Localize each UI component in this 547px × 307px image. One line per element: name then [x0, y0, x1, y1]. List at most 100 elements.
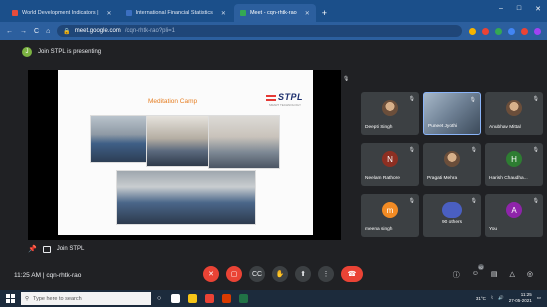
taskbar-apps	[171, 294, 249, 303]
participant-name: Pragati Mehra	[427, 176, 458, 181]
extension-icon[interactable]	[508, 27, 515, 35]
windows-taskbar: ⚲ Type here to search ○ 31°C ⌇ 🔊 11:25 2…	[0, 290, 547, 307]
participant-tile[interactable]: 🎙 Deepti Singh	[361, 92, 419, 135]
info-icon[interactable]: ⓘ	[453, 270, 460, 280]
mic-muted-icon: 🎙	[470, 147, 477, 153]
excel-icon[interactable]	[239, 294, 249, 303]
meditation-photo	[146, 115, 212, 167]
participant-avatar: N	[382, 151, 398, 167]
tab-favicon	[125, 10, 132, 16]
search-icon: ⚲	[25, 295, 30, 302]
tab-international-financial[interactable]: International Financial Statistics ✕	[120, 4, 232, 22]
participant-avatar	[382, 100, 398, 116]
tab-meet[interactable]: Meet - cqn-rhtk-rao ✕	[233, 4, 316, 22]
participant-tile[interactable]: 🎙 90 others	[423, 194, 481, 237]
extension-icon[interactable]	[495, 27, 502, 35]
forward-button[interactable]: →	[20, 28, 27, 35]
camera-off-button[interactable]: ▢	[226, 266, 242, 282]
extensions-area	[469, 27, 541, 35]
leave-call-button[interactable]: ☎	[341, 266, 363, 282]
participant-avatar	[442, 202, 462, 218]
raise-hand-button[interactable]: ✋	[272, 266, 288, 282]
participant-name: Neelam Rathore	[365, 176, 400, 181]
maximize-button[interactable]: □	[517, 5, 521, 13]
notifications-icon[interactable]: ▭	[537, 295, 541, 301]
chat-icon[interactable]: ▤	[491, 270, 498, 280]
participant-name: meena singh	[365, 227, 393, 232]
tab-label: Meet - cqn-rhtk-rao	[249, 10, 297, 16]
participant-tile[interactable]: 🎙 A You	[485, 194, 543, 237]
extension-icon[interactable]	[469, 27, 476, 35]
participant-tile[interactable]: 🎙 Puneet Jyothi	[423, 92, 481, 135]
mic-muted-icon: 🎙	[532, 147, 539, 153]
participant-tile[interactable]: 🎙 m meena singh	[361, 194, 419, 237]
browser-tab-strip: World Development Indicators | ✕ Interna…	[0, 0, 547, 22]
presenting-banner: J Join STPL is presenting	[0, 40, 547, 64]
reload-button[interactable]: C	[34, 28, 39, 35]
home-button[interactable]: ⌂	[46, 28, 50, 35]
present-button[interactable]: ⬆	[295, 266, 311, 282]
host-controls-icon[interactable]: ◎	[527, 270, 533, 280]
captions-button[interactable]: CC	[249, 266, 265, 282]
people-icon[interactable]: ☺ 92	[472, 264, 484, 280]
task-view-icon[interactable]: ○	[157, 295, 161, 302]
meeting-controls-bar: 11:25 AM | cqn-rhtk-rao ✕ ▢ CC ✋ ⬆ ⋮ ☎ ⓘ ☺ 92 ▤ △ ◎	[0, 262, 547, 290]
mic-muted-icon: 🎙	[470, 198, 477, 204]
tab-world-development[interactable]: World Development Indicators | ✕	[6, 4, 118, 22]
participant-name: 90 others	[441, 220, 463, 225]
participant-name: Puneet Jyothi	[428, 124, 458, 129]
mic-muted-icon: 🎙	[408, 96, 415, 102]
screen: World Development Indicators | ✕ Interna…	[0, 0, 547, 307]
extension-icon[interactable]	[521, 27, 528, 35]
system-tray: 31°C ⌇ 🔊 11:25 27-05-2021 ▭	[476, 292, 541, 304]
stage-footer: 📌 Join STPL	[28, 244, 84, 254]
taskbar-search-input[interactable]: ⚲ Type here to search	[21, 292, 151, 305]
participant-tile[interactable]: 🎙 N Neelam Rathore	[361, 143, 419, 186]
powerpoint-icon[interactable]	[222, 294, 232, 303]
close-icon[interactable]: ✕	[107, 10, 112, 17]
meditation-photo	[116, 170, 256, 225]
tab-favicon	[239, 10, 246, 16]
url-input[interactable]: 🔒 meet.google.com/cqn-rhtk-rao?pli=1	[57, 25, 462, 37]
meeting-time: 11:25 AM	[14, 272, 41, 279]
tab-label: World Development Indicators |	[22, 10, 99, 16]
volume-icon[interactable]: 🔊	[498, 295, 504, 301]
back-button[interactable]: ←	[6, 28, 13, 35]
participant-avatar	[444, 151, 460, 167]
minimize-button[interactable]: –	[499, 5, 503, 13]
pin-icon[interactable]: 📌	[28, 245, 37, 253]
wifi-icon: ⌇	[490, 295, 494, 300]
new-tab-button[interactable]: +	[322, 4, 327, 22]
mic-off-button[interactable]: ✕	[203, 266, 219, 282]
close-icon[interactable]: ✕	[221, 10, 226, 17]
meeting-code: cqn-rhtk-rao	[46, 272, 82, 279]
participant-tile[interactable]: 🎙 Anubhav Mittal	[485, 92, 543, 135]
meeting-info: 11:25 AM | cqn-rhtk-rao	[14, 272, 81, 279]
mic-muted-icon: 🎙	[408, 198, 415, 204]
address-bar: ← → C ⌂ 🔒 meet.google.com/cqn-rhtk-rao?p…	[0, 22, 547, 40]
screen-share-icon	[42, 245, 51, 253]
participant-tile[interactable]: 🎙 Pragati Mehra	[423, 143, 481, 186]
search-placeholder: Type here to search	[33, 295, 82, 302]
participant-name: Anubhav Mittal	[489, 125, 521, 130]
stpl-logo: STPL	[265, 92, 303, 102]
activities-icon[interactable]: △	[510, 270, 515, 280]
participant-tile[interactable]: 🎙 H Harish Chaudha...	[485, 143, 543, 186]
participant-avatar	[506, 100, 522, 116]
close-icon[interactable]: ✕	[305, 10, 310, 17]
chrome-icon[interactable]	[205, 294, 215, 303]
mic-muted-icon: 🎙	[343, 76, 350, 82]
side-panel-controls: ⓘ ☺ 92 ▤ △ ◎	[453, 264, 533, 280]
windows-start-icon[interactable]	[6, 294, 15, 303]
close-window-button[interactable]: ✕	[535, 5, 541, 13]
extension-icon[interactable]	[482, 27, 489, 35]
slide-logo-subtitle: SMART TECHNOLOGY	[268, 103, 301, 107]
clock[interactable]: 11:25 27-05-2021	[509, 292, 532, 304]
clock-date: 27-05-2021	[508, 298, 532, 303]
extension-icon[interactable]	[534, 27, 541, 35]
participant-name: You	[489, 227, 498, 232]
sticky-notes-icon[interactable]	[188, 294, 198, 303]
mic-muted-icon: 🎙	[469, 97, 476, 103]
file-explorer-icon[interactable]	[171, 294, 181, 303]
more-options-button[interactable]: ⋮	[318, 266, 334, 282]
